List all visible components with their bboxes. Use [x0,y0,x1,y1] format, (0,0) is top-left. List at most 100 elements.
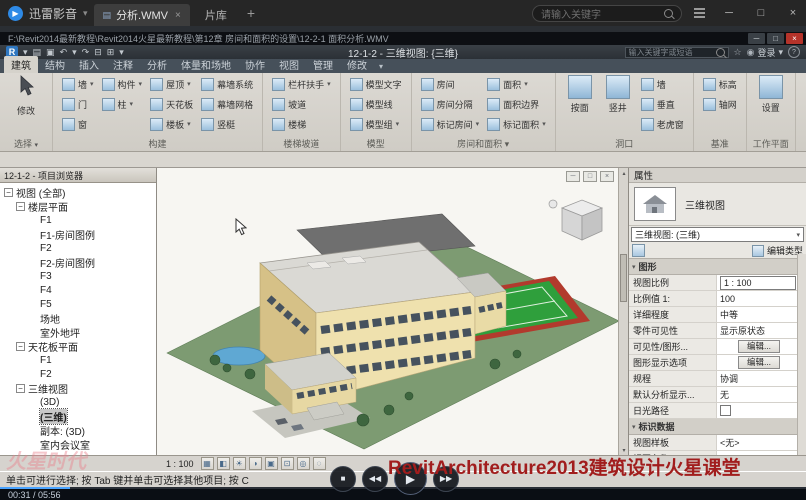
stair-button[interactable]: 楼梯 [270,115,333,133]
shaft-button[interactable]: 竖井 [601,75,635,114]
3d-view-canvas[interactable] [157,168,628,455]
ribbon-tab-协作[interactable]: 协作 [238,56,272,73]
panel-label-select[interactable]: 选择 ▾ [0,137,52,150]
properties-filter-icon[interactable] [632,244,645,257]
player-search-box[interactable]: 请输入关键字 [532,5,682,22]
roof-button[interactable]: 屋顶▾ [148,75,195,93]
tag-area-button[interactable]: 标记面积▾ [485,115,548,133]
model-text-button[interactable]: 模型文字 [348,75,404,93]
previous-button[interactable]: ◀◀ [362,466,388,492]
opening-by-face-button[interactable]: 按面 [563,75,597,114]
tab-close-icon[interactable]: × [175,10,181,21]
drawing-area[interactable]: ─ □ × ▴ ▾ [157,168,628,455]
vertical-opening-button[interactable]: 垂直 [639,95,686,113]
panel-label-room-area[interactable]: 房间和面积 ▾ [412,137,555,150]
area-button[interactable]: 面积▾ [485,75,548,93]
tree-item-视图 (全部)[interactable]: −视图 (全部) [0,185,156,199]
model-group-button[interactable]: 模型组▾ [348,115,404,133]
player-main-menu-icon[interactable] [688,0,710,26]
tree-item-F5[interactable]: F5 [0,297,156,311]
infocenter-search-icon[interactable] [716,48,725,57]
door-button[interactable]: 门 [60,95,96,113]
player-tab-library[interactable]: 片库 [196,4,236,26]
window-button[interactable]: 窗 [60,115,96,133]
tree-item-三维视图[interactable]: −三维视图 [0,381,156,395]
wall-opening-button[interactable]: 墙 [639,75,686,93]
scrollbar-thumb[interactable] [620,254,627,302]
curtain-system-button[interactable]: 幕墙系统 [199,75,255,93]
panel-label-model[interactable]: 模型 [341,137,411,150]
favorites-star-icon[interactable]: ☆ [734,48,742,57]
search-icon[interactable] [664,9,673,18]
property-value-日光路径[interactable] [717,403,798,418]
room-separator-button[interactable]: 房间分隔 [419,95,482,113]
property-value-视图比例[interactable]: 1 : 100 [717,275,798,290]
stop-button[interactable]: ■ [330,466,356,492]
detail-level-icon[interactable]: ▦ [201,457,214,470]
floor-button[interactable]: 楼板▾ [148,115,195,133]
panel-label-datum[interactable]: 基准 [694,137,746,150]
tree-item-天花板平面[interactable]: −天花板平面 [0,339,156,353]
view-minimize-icon[interactable]: ─ [566,171,580,182]
project-browser-title[interactable]: 12-1-2 - 项目浏览器 [0,168,156,183]
mullion-button[interactable]: 竖梃 [199,115,255,133]
tree-item-F1-房间图例[interactable]: F1-房间图例 [0,227,156,241]
player-logo-icon[interactable]: ▶ [8,6,23,21]
properties-section-图形[interactable]: ▾图形 [629,259,798,275]
tree-item-F1[interactable]: F1 [0,213,156,227]
edit-type-button[interactable]: 编辑类型 [752,244,803,257]
ribbon-tab-体量和场地[interactable]: 体量和场地 [174,56,238,73]
panel-label-work-plane[interactable]: 工作平面 [747,137,795,150]
new-tab-button[interactable]: + [242,5,260,21]
player-minimize-button[interactable]: ─ [716,0,742,26]
set-work-plane-button[interactable]: 设置 [754,75,788,114]
tree-item-F2[interactable]: F2 [0,367,156,381]
player-tab-active[interactable]: ▤ 分析.WMV × [94,4,190,26]
sign-in-button[interactable]: ◉ 登录 ▾ [747,46,783,59]
tree-item-(三维)[interactable]: (三维) [0,409,156,423]
properties-section-标识数据[interactable]: ▾标识数据 [629,419,798,435]
sun-path-icon[interactable]: ☀ [233,457,246,470]
railing-button[interactable]: 栏杆扶手▾ [270,75,333,93]
tree-item-副本: (3D)[interactable]: 副本: (3D) [0,423,156,437]
ribbon-tab-管理[interactable]: 管理 [306,56,340,73]
tree-item-F2[interactable]: F2 [0,241,156,255]
infocenter-search-box[interactable]: 输入关键字或短语 [625,47,729,58]
view-restore-icon[interactable]: □ [583,171,597,182]
view-vertical-scrollbar[interactable]: ▴ ▾ [618,168,628,455]
ribbon-tab-注释[interactable]: 注释 [106,56,140,73]
tree-item-F2-房间图例[interactable]: F2-房间图例 [0,255,156,269]
temporary-hide-isolate-icon[interactable]: ◎ [297,457,310,470]
tree-item-室外地坪[interactable]: 室外地坪 [0,325,156,339]
ribbon-tab-结构[interactable]: 结构 [38,56,72,73]
property-value-默认分析显示...[interactable]: 无 [717,387,798,402]
model-line-button[interactable]: 模型线 [348,95,404,113]
tag-room-button[interactable]: 标记房间▾ [419,115,482,133]
tree-item-F3[interactable]: F3 [0,269,156,283]
ribbon-tab-插入[interactable]: 插入 [72,56,106,73]
column-button[interactable]: 柱▾ [100,95,145,113]
reveal-hidden-elements-icon[interactable]: ◌ [313,457,326,470]
player-close-button[interactable]: × [780,0,806,26]
ribbon-options-caret-icon[interactable]: ▾ [379,62,383,73]
curtain-grid-button[interactable]: 幕墙网格 [199,95,255,113]
tree-item-场地[interactable]: 场地 [0,311,156,325]
properties-title[interactable]: 属性 [629,168,806,183]
revit-close-button[interactable]: × [786,33,803,44]
component-button[interactable]: 构件▾ [100,75,145,93]
shadows-icon[interactable]: ◑ [249,457,262,470]
ribbon-tab-建筑[interactable]: 建筑 [4,56,38,73]
tree-expander-icon[interactable]: − [16,384,25,393]
player-app-name[interactable]: 迅雷影音 [29,5,77,22]
property-value-详细程度[interactable]: 中等 [717,307,798,322]
property-value-视图样板[interactable]: <无> [717,435,798,450]
view-scale-button[interactable]: 1 : 100 [162,459,198,469]
view-close-icon[interactable]: × [600,171,614,182]
panel-label-opening[interactable]: 洞口 [556,137,693,150]
tree-item-楼层平面[interactable]: −楼层平面 [0,199,156,213]
panel-label-build[interactable]: 构建 [53,137,262,150]
area-boundary-button[interactable]: 面积边界 [485,95,548,113]
tree-item-F1[interactable]: F1 [0,353,156,367]
dormer-button[interactable]: 老虎窗 [639,115,686,133]
tree-item-F4[interactable]: F4 [0,283,156,297]
